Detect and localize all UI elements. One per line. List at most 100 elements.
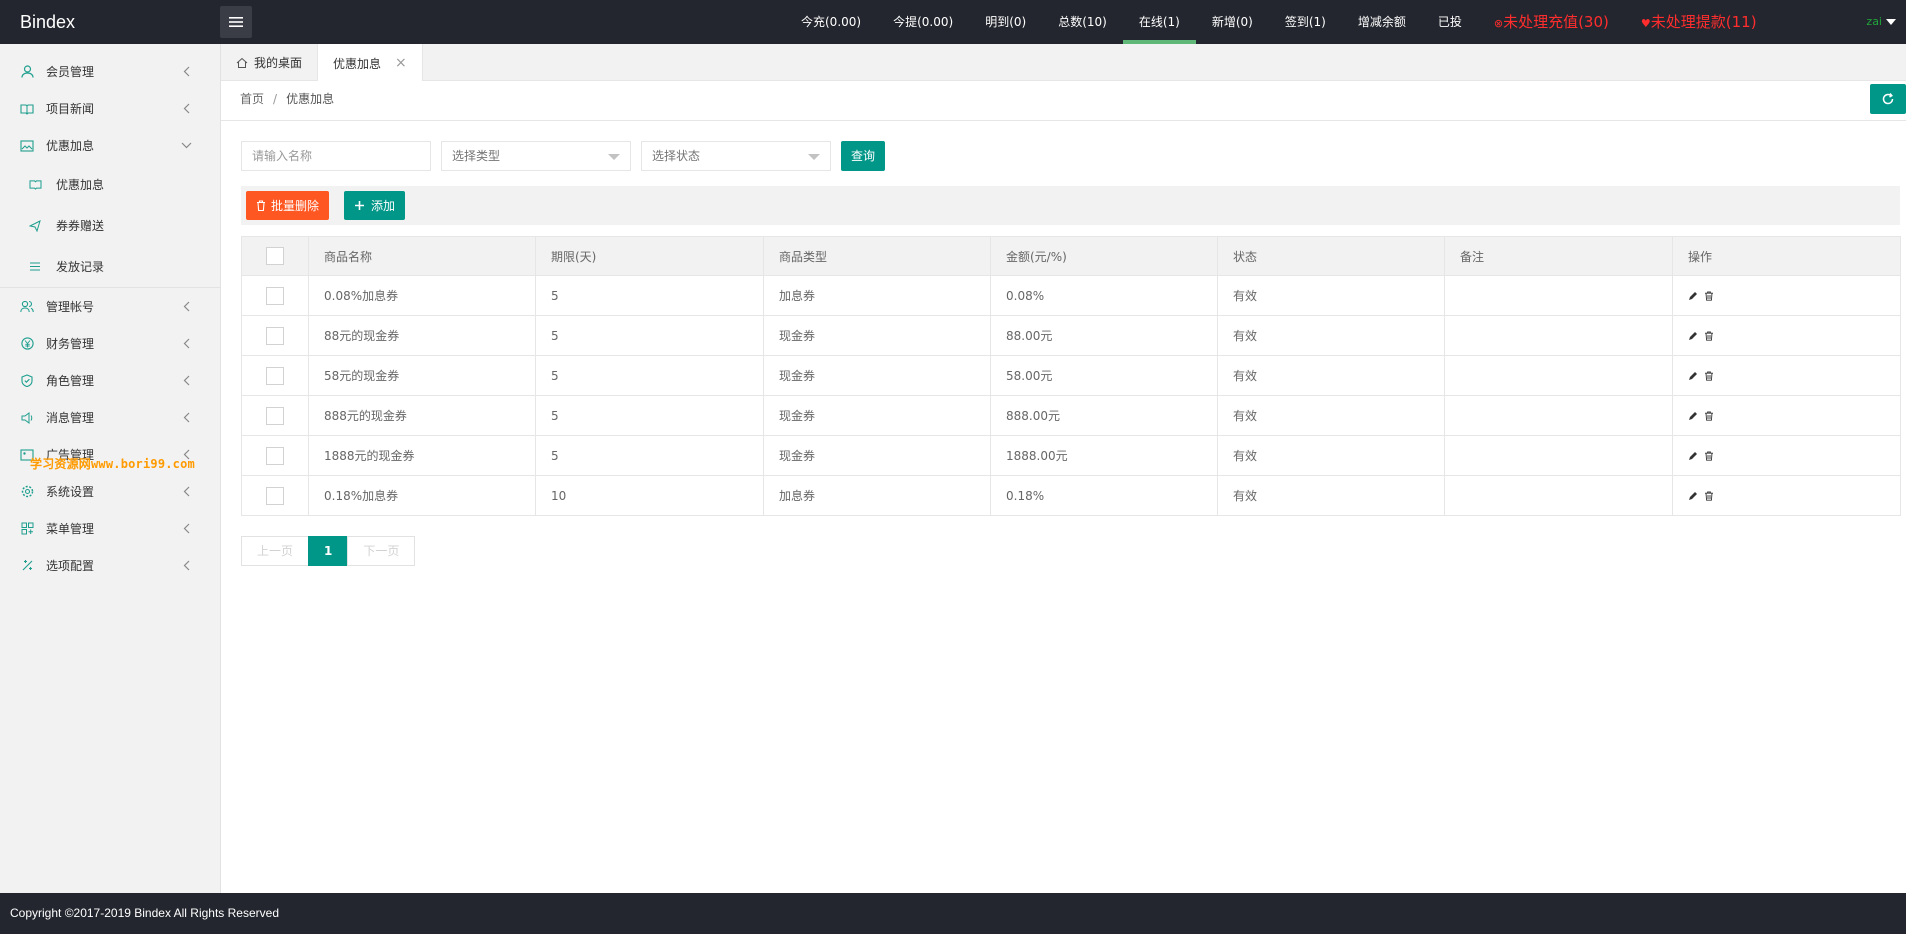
hamburger-icon: [229, 17, 243, 27]
chevron-left-icon: [183, 301, 190, 312]
nav-pending-recharge[interactable]: ⊗未处理充值(30): [1478, 0, 1625, 44]
cell-type: 现金券: [763, 435, 991, 476]
query-button[interactable]: 查询: [841, 141, 885, 171]
type-select-value: 选择类型: [452, 149, 501, 163]
cell-name: 0.08%加息券: [308, 275, 536, 316]
user-menu[interactable]: zai: [1866, 0, 1896, 44]
chevron-left-icon: [183, 66, 190, 77]
nav-total[interactable]: 总数(10): [1042, 0, 1123, 44]
nav-pending-withdraw[interactable]: ♥未处理提款(11): [1625, 0, 1773, 44]
sidebar-subitem-records[interactable]: 发放记录: [0, 246, 220, 287]
delete-icon[interactable]: [1704, 291, 1714, 301]
cell-note: [1444, 475, 1673, 516]
row-checkbox[interactable]: [266, 286, 284, 305]
sidebar-subitem-coupons[interactable]: 优惠加息: [0, 164, 220, 205]
delete-icon[interactable]: [1704, 451, 1714, 461]
nav-signin[interactable]: 签到(1): [1269, 0, 1342, 44]
nav-new[interactable]: 新增(0): [1196, 0, 1269, 44]
tab-desktop[interactable]: 我的桌面: [221, 44, 319, 81]
cell-note: [1444, 315, 1673, 356]
table-header-row: 商品名称 期限(天) 商品类型 金额(元/%) 状态 备注 操作: [241, 236, 1901, 276]
sidebar-item-label: 选项配置: [46, 559, 95, 573]
menu-toggle-button[interactable]: [220, 6, 252, 38]
tab-label: 我的桌面: [254, 56, 303, 70]
sidebar-item-roles[interactable]: 角色管理: [0, 362, 220, 399]
cell-note: [1444, 395, 1673, 436]
nav-today-recharge[interactable]: 今充(0.00): [785, 0, 877, 44]
cell-actions: [1672, 395, 1901, 436]
edit-icon[interactable]: [1688, 411, 1698, 421]
cell-amount: 0.18%: [990, 475, 1218, 516]
sidebar-item-coupons[interactable]: 优惠加息: [0, 127, 220, 164]
cell-status: 有效: [1217, 275, 1445, 316]
chevron-left-icon: [183, 412, 190, 423]
delete-icon[interactable]: [1704, 491, 1714, 501]
type-select[interactable]: 选择类型: [441, 141, 631, 171]
row-select-cell: [241, 475, 309, 516]
row-checkbox[interactable]: [266, 326, 284, 345]
cell-actions: [1672, 475, 1901, 516]
nav-invested[interactable]: 已投: [1422, 0, 1478, 44]
cell-status: 有效: [1217, 355, 1445, 396]
dropdown-arrow-icon: [808, 154, 820, 160]
breadcrumb-bar: 首页 / 优惠加息: [221, 81, 1906, 121]
breadcrumb-current: 优惠加息: [286, 92, 335, 106]
edit-icon[interactable]: [1688, 331, 1698, 341]
close-icon[interactable]: ×: [395, 55, 407, 71]
app-icon: [20, 522, 34, 536]
chevron-down-icon: [181, 142, 192, 149]
page-number-button[interactable]: 1: [308, 536, 349, 566]
sidebar-item-finance[interactable]: 财务管理: [0, 325, 220, 362]
sidebar-item-label: 管理帐号: [46, 300, 95, 314]
status-select[interactable]: 选择状态: [641, 141, 831, 171]
row-select-cell: [241, 435, 309, 476]
users-icon: [20, 300, 34, 314]
sidebar-item-label: 菜单管理: [46, 522, 95, 536]
delete-icon[interactable]: [1704, 331, 1714, 341]
nav-tomorrow-due[interactable]: 明到(0): [969, 0, 1042, 44]
sidebar-item-messages[interactable]: 消息管理: [0, 399, 220, 436]
nav-balance-adjust[interactable]: 增减余额: [1342, 0, 1422, 44]
nav-today-withdraw[interactable]: 今提(0.00): [877, 0, 969, 44]
delete-icon[interactable]: [1704, 411, 1714, 421]
column-header: 备注: [1444, 236, 1673, 276]
name-search-input[interactable]: 请输入名称: [241, 141, 431, 171]
refresh-button[interactable]: [1870, 84, 1906, 114]
edit-icon[interactable]: [1688, 291, 1698, 301]
cell-days: 5: [535, 435, 764, 476]
cell-type: 现金券: [763, 395, 991, 436]
sidebar-item-options[interactable]: 选项配置: [0, 547, 220, 584]
cell-name: 88元的现金券: [308, 315, 536, 356]
sidebar-item-news[interactable]: 项目新闻: [0, 90, 220, 127]
yen-icon: [20, 337, 34, 351]
add-label: 添加: [371, 199, 396, 213]
row-checkbox[interactable]: [266, 406, 284, 425]
prev-page-button[interactable]: 上一页: [241, 536, 310, 566]
edit-icon[interactable]: [1688, 451, 1698, 461]
row-select-cell: [241, 315, 309, 356]
nav-online[interactable]: 在线(1): [1122, 0, 1196, 44]
row-checkbox[interactable]: [266, 366, 284, 385]
sidebar-item-settings[interactable]: 系统设置: [0, 473, 220, 510]
next-page-button[interactable]: 下一页: [347, 536, 416, 566]
edit-icon[interactable]: [1688, 491, 1698, 501]
cell-amount: 888.00元: [990, 395, 1218, 436]
cell-name: 0.18%加息券: [308, 475, 536, 516]
batch-delete-button[interactable]: 批量删除: [246, 191, 330, 220]
select-all-checkbox[interactable]: [266, 247, 284, 265]
chevron-left-icon: [183, 338, 190, 349]
sidebar-item-menus[interactable]: 菜单管理: [0, 510, 220, 547]
sidebar-item-admin-accounts[interactable]: 管理帐号: [0, 288, 220, 325]
edit-icon[interactable]: [1688, 371, 1698, 381]
row-checkbox[interactable]: [266, 486, 284, 505]
add-button[interactable]: 添加: [344, 191, 406, 220]
sidebar-subitem-gift[interactable]: 券券赠送: [0, 205, 220, 246]
table-row: 88元的现金券 5 现金券 88.00元 有效: [241, 315, 1901, 356]
sidebar-item-members[interactable]: 会员管理: [0, 53, 220, 90]
row-checkbox[interactable]: [266, 446, 284, 465]
delete-icon[interactable]: [1704, 371, 1714, 381]
tab-coupons[interactable]: 优惠加息 ×: [318, 44, 423, 82]
sidebar-item-label: 会员管理: [46, 65, 95, 79]
breadcrumb-home[interactable]: 首页: [240, 92, 264, 106]
table-row: 888元的现金券 5 现金券 888.00元 有效: [241, 395, 1901, 436]
